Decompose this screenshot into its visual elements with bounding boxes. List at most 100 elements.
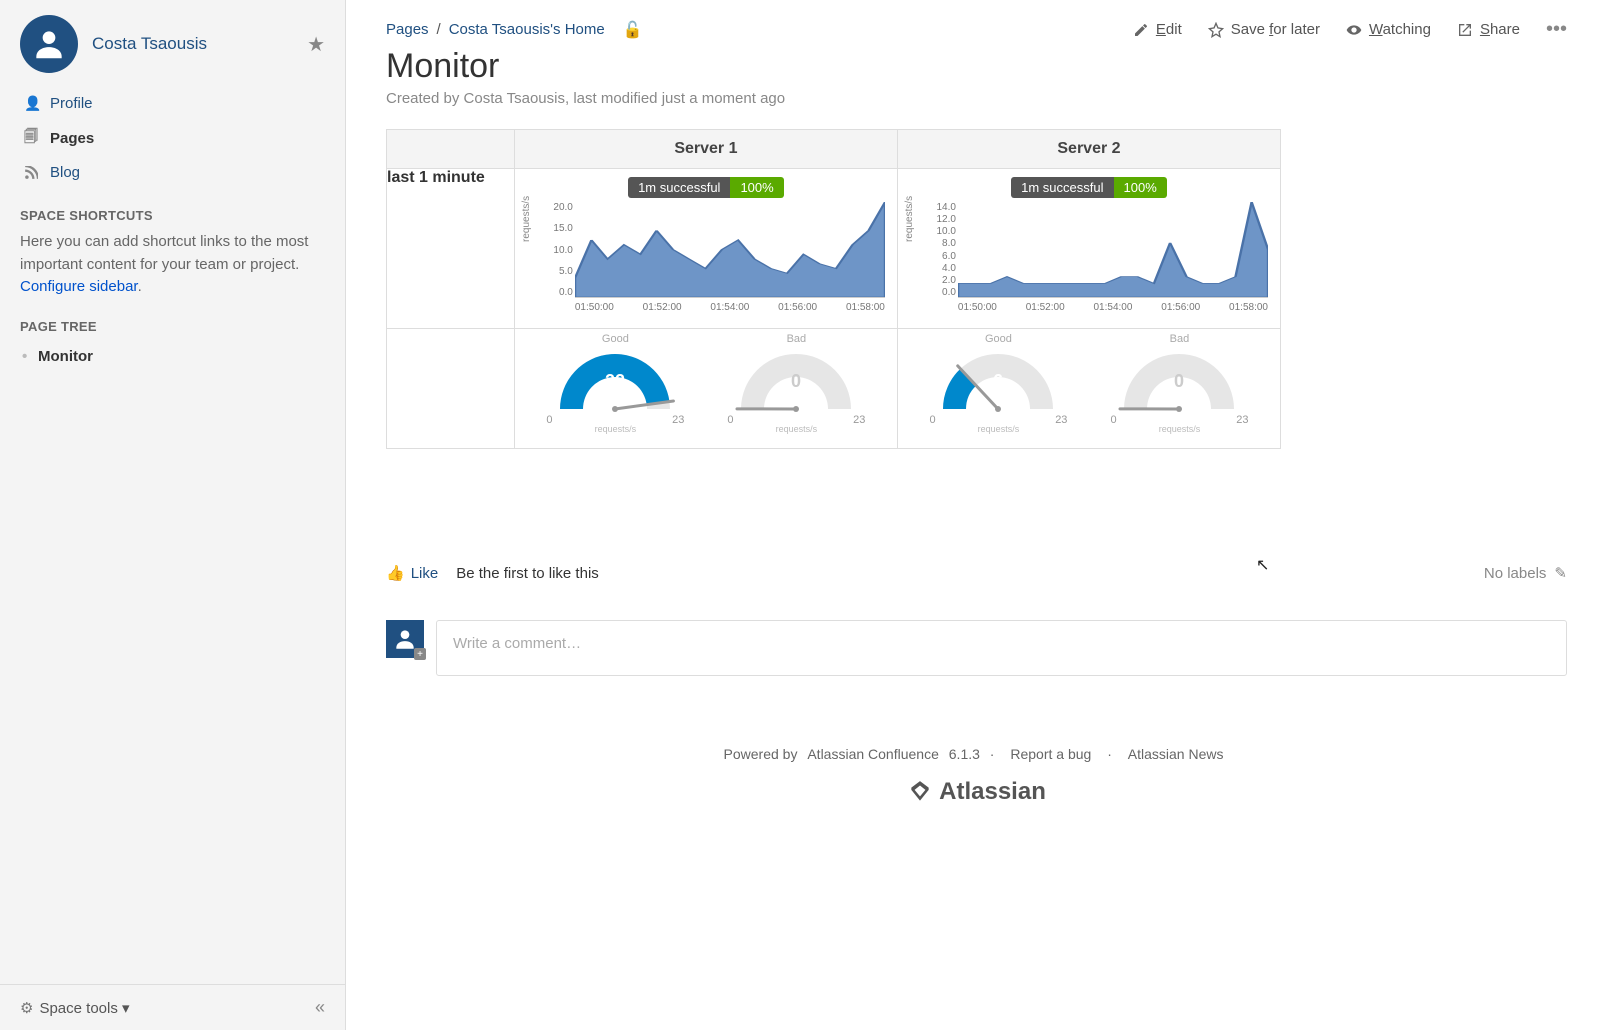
gauge-min: 0 [1110,414,1116,426]
gauge-min: 0 [546,414,552,426]
server1-badge-label: 1m successful [628,177,730,198]
gauge-unit: requests/s [923,424,1073,434]
svg-text:22: 22 [605,371,625,391]
gauge-unit: requests/s [1104,424,1254,434]
gauge-unit: requests/s [721,424,871,434]
like-button[interactable]: 👍 Like [386,564,438,582]
svg-text:6: 6 [993,371,1003,391]
table-header-server2: Server 2 [897,130,1280,169]
person-icon: 👤 [24,95,40,112]
server1-badge: 1m successful100% [525,177,887,198]
server1-badge-pct: 100% [730,177,783,198]
space-name-link[interactable]: Costa Tsaousis [92,34,293,54]
server2-badge-label: 1m successful [1011,177,1113,198]
server1-gauge-bad: Bad 0 0 23 requests/s [721,333,871,434]
gauge-max: 23 [1055,414,1067,426]
unlock-icon[interactable]: 🔓 [623,20,643,40]
sidebar-item-profile[interactable]: 👤 Profile [20,88,325,119]
breadcrumb-separator: / [437,21,441,38]
like-prompt: Be the first to like this [456,565,599,582]
space-shortcuts-heading: Space Shortcuts [20,208,325,223]
edit-button[interactable]: Edit [1133,21,1182,38]
server1-plot [575,202,885,298]
gear-icon: ⚙ [20,1000,33,1017]
footer: Powered by Atlassian Confluence 6.1.3 · … [386,746,1567,806]
gauge-bad-label: Bad [721,333,871,345]
monitor-table: Server 1 Server 2 last 1 minute 1m succe… [386,129,1281,449]
gauge-max: 23 [672,414,684,426]
footer-product-link[interactable]: Atlassian Confluence [807,746,939,762]
footer-powered: Powered by [724,746,802,762]
like-label: Like [411,565,439,582]
row-label: last 1 minute [387,169,515,329]
chevron-down-icon: ▾ [122,1000,130,1017]
server2-x-axis: 01:50:0001:52:0001:54:0001:56:0001:58:00 [958,302,1268,322]
star-outline-icon [1208,22,1224,38]
collapse-sidebar-icon[interactable]: « [315,997,325,1018]
gauge-good-label: Good [923,333,1073,345]
page-tree-item-monitor[interactable]: Monitor [20,342,325,371]
pencil-icon [1133,22,1149,38]
save-for-later-button[interactable]: Save for later [1208,21,1320,38]
server1-y-axis: 20.015.010.05.00.0 [541,202,573,298]
page-tree-heading: Page Tree [20,319,325,334]
page-title: Monitor [386,47,1567,86]
table-header-server1: Server 1 [514,130,897,169]
space-avatar[interactable] [20,15,78,73]
server1-chart-cell: 1m successful100% requests/s 20.015.010.… [514,169,897,329]
configure-sidebar-link[interactable]: Configure sidebar [20,278,138,295]
page-actions: Edit Save for later Watching Share ••• [1133,18,1567,41]
footer-news-link[interactable]: Atlassian News [1128,746,1224,762]
share-label: Share [1480,21,1520,38]
sidebar-item-blog[interactable]: Blog [20,157,325,188]
gauge-max: 23 [1236,414,1248,426]
sidebar-label-blog: Blog [50,164,80,181]
gauge-unit: requests/s [540,424,690,434]
server2-y-axis: 14.012.010.08.06.04.02.00.0 [924,202,956,298]
server1-gauges: Good 22 023 requests/s Bad 0 023 request… [514,329,897,449]
svg-text:0: 0 [791,371,801,391]
space-tools-label: Space tools [39,1000,117,1017]
more-actions-button[interactable]: ••• [1546,18,1567,41]
pages-icon: 🗐 [24,126,40,150]
star-icon[interactable]: ★ [307,32,325,57]
atlassian-icon [907,779,933,805]
comment-input[interactable]: Write a comment… [436,620,1567,676]
shortcut-help: Here you can add shortcut links to the m… [20,231,325,299]
rss-icon [24,166,40,180]
sidebar-item-pages[interactable]: 🗐 Pages [20,119,325,157]
sidebar-label-pages: Pages [50,130,94,147]
share-icon [1457,22,1473,38]
breadcrumb-pages[interactable]: Pages [386,21,429,38]
server2-badge-pct: 100% [1114,177,1167,198]
edit-labels-icon[interactable]: ✎ [1554,564,1567,582]
watching-label: Watching [1369,21,1431,38]
watching-button[interactable]: Watching [1346,21,1431,38]
comment-avatar[interactable]: + [386,620,424,658]
footer-report-link[interactable]: Report a bug [1010,746,1091,762]
sidebar: Costa Tsaousis ★ 👤 Profile 🗐 Pages Blog [0,0,346,1030]
gauge-min: 0 [727,414,733,426]
server2-badge: 1m successful100% [908,177,1270,198]
server2-gauge-bad: Bad 0 0 23 requests/s [1104,333,1254,434]
gauge-min: 0 [929,414,935,426]
server1-gauge-good: Good 22 023 requests/s [540,333,690,434]
page-byline: Created by Costa Tsaousis, last modified… [386,90,1567,107]
y-axis-label: requests/s [521,196,532,242]
gauge-bad-label: Bad [1104,333,1254,345]
thumb-up-icon: 👍 [386,564,405,582]
server1-x-axis: 01:50:0001:52:0001:54:0001:56:0001:58:00 [575,302,885,322]
main-content: Pages / Costa Tsaousis's Home 🔓 Edit Sav… [346,0,1607,1030]
save-for-later-label: Save for later [1231,21,1320,38]
space-tools-button[interactable]: ⚙ Space tools ▾ [20,999,130,1017]
server2-gauge-good: Good 6 0 23 requests/s [923,333,1073,434]
y-axis-label: requests/s [904,196,915,242]
server2-gauges: Good 6 0 23 requests/s Bad 0 0 23 requests… [897,329,1280,449]
shortcut-help-text: Here you can add shortcut links to the m… [20,233,308,273]
share-button[interactable]: Share [1457,21,1520,38]
breadcrumb-home[interactable]: Costa Tsaousis's Home [449,21,605,38]
svg-text:0: 0 [1174,371,1184,391]
footer-version: 6.1.3 [945,746,980,762]
person-icon [30,25,68,63]
gauge-max: 23 [853,414,865,426]
